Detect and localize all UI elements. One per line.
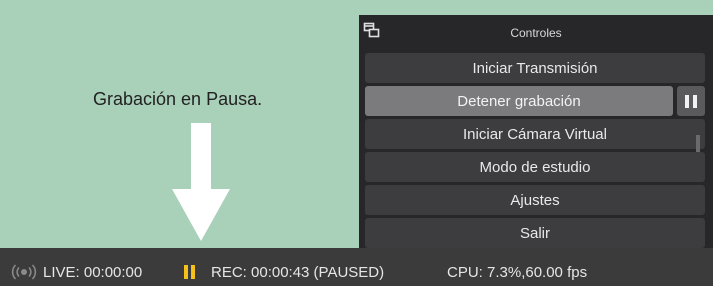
dock-header: Controles (359, 15, 713, 48)
pause-icon (184, 265, 196, 279)
pause-recording-button[interactable] (677, 86, 705, 116)
status-bar: LIVE: 00:00:00 REC: 00:00:43 (PAUSED) CP… (0, 248, 713, 286)
start-virtual-camera-button[interactable]: Iniciar Cámara Virtual (365, 119, 705, 149)
live-time: LIVE: 00:00:00 (43, 264, 143, 281)
settings-button[interactable]: Ajustes (365, 185, 705, 215)
studio-mode-button[interactable]: Modo de estudio (365, 152, 705, 182)
broadcast-icon (11, 264, 37, 280)
pause-icon (685, 94, 689, 108)
annotation-text: Grabación en Pausa. (93, 89, 263, 109)
controls-dock: Controles Iniciar Transmisión Detener gr… (359, 15, 713, 249)
exit-button[interactable]: Salir (365, 218, 705, 248)
arrow-down-icon (172, 123, 230, 241)
pause-icon-bar (693, 94, 697, 108)
rec-time: REC: 00:00:43 (PAUSED) (211, 264, 385, 281)
stop-recording-button[interactable]: Detener grabación (365, 86, 673, 116)
start-streaming-button[interactable]: Iniciar Transmisión (365, 53, 705, 83)
dock-title: Controles (510, 26, 562, 40)
cpu-fps: CPU: 7.3%,60.00 fps (447, 264, 588, 281)
